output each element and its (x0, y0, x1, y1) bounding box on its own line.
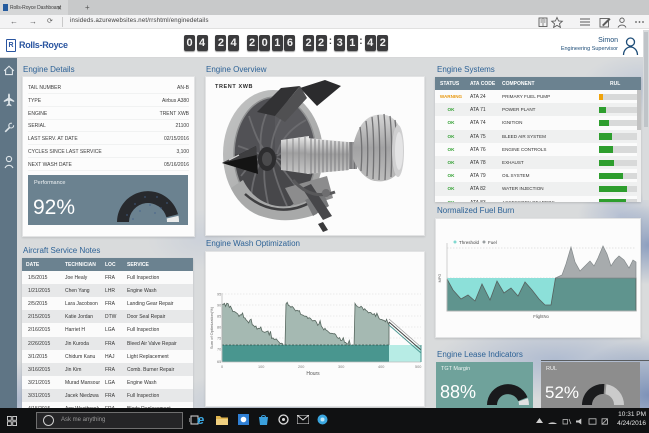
svg-text:Sum of Optimization(%): Sum of Optimization(%) (209, 306, 214, 349)
svg-text:400: 400 (378, 365, 384, 369)
svg-text:65: 65 (217, 360, 221, 364)
svg-text:80: 80 (217, 326, 221, 330)
svg-text:0: 0 (221, 365, 223, 369)
svg-text:95: 95 (217, 293, 221, 297)
svg-text:70: 70 (217, 348, 221, 352)
svg-text:Fuel: Fuel (488, 240, 497, 245)
svg-text:Hours: Hours (306, 371, 320, 377)
svg-text:90: 90 (217, 304, 221, 308)
svg-text:300: 300 (338, 365, 344, 369)
svg-text:100: 100 (258, 365, 264, 369)
svg-text:FlightNo: FlightNo (533, 314, 549, 319)
svg-text:200: 200 (298, 365, 304, 369)
svg-text:MPG: MPG (438, 274, 442, 283)
svg-text:500: 500 (415, 365, 421, 369)
svg-text:75: 75 (217, 337, 221, 341)
svg-text:Threshold: Threshold (459, 240, 480, 245)
svg-text:85: 85 (217, 315, 221, 319)
